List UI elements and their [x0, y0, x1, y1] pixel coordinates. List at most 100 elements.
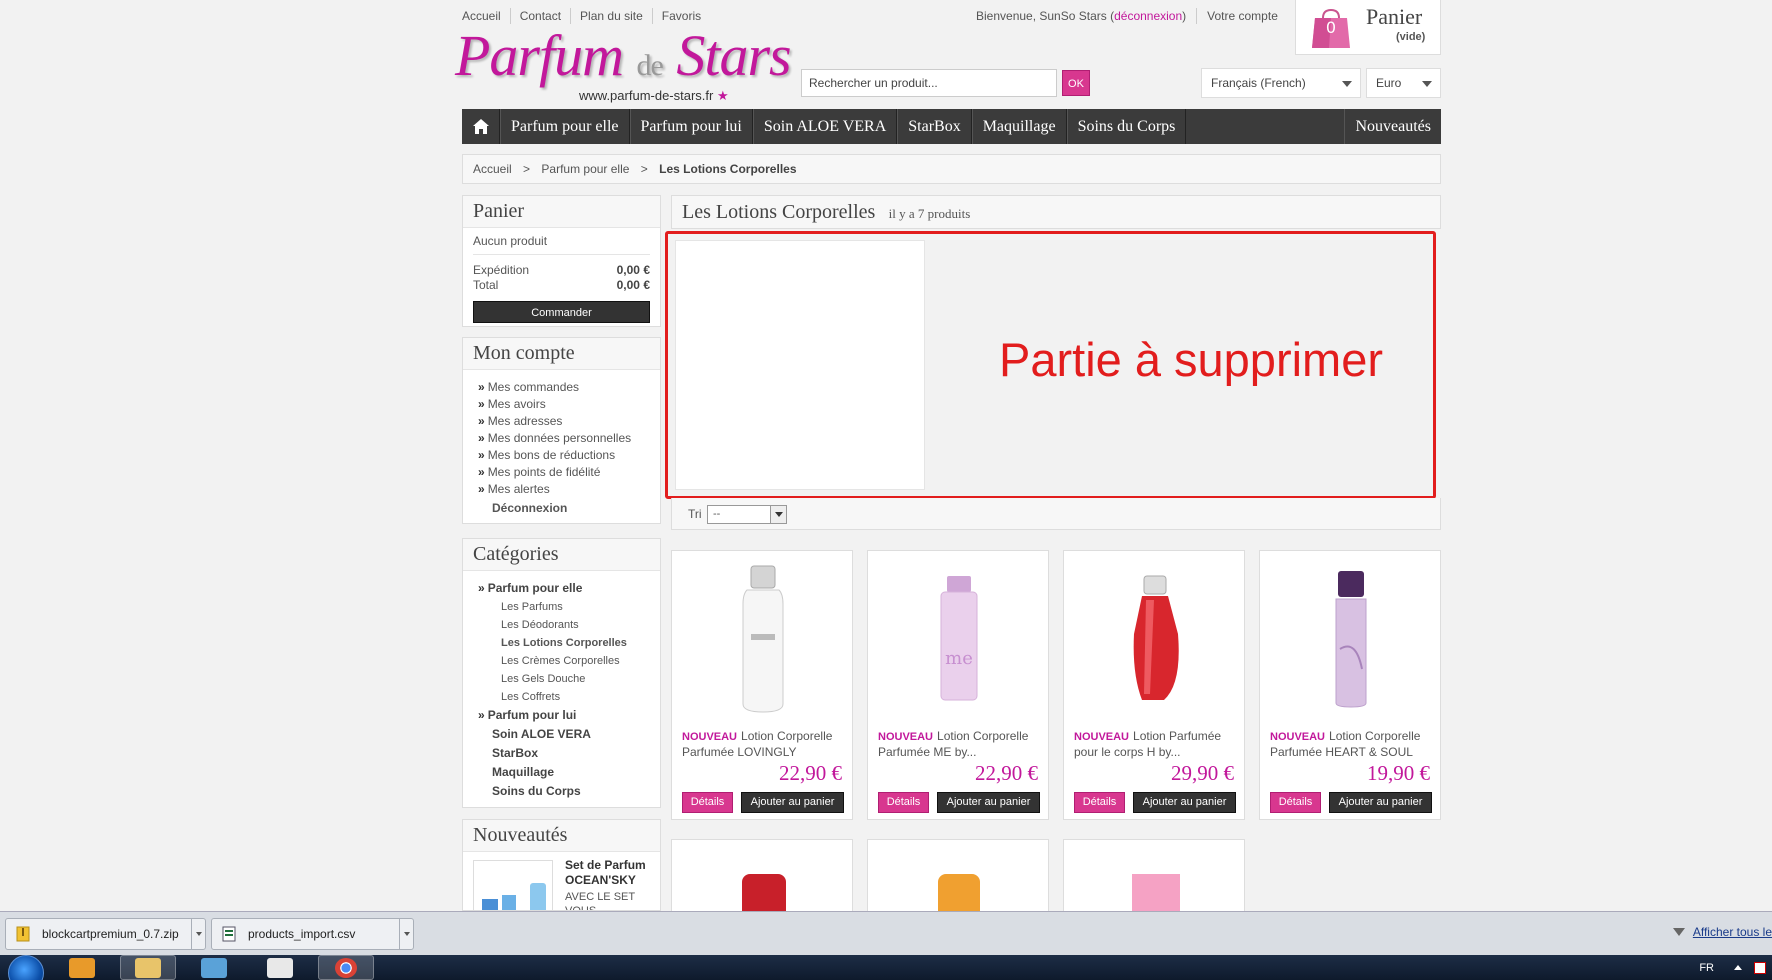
subcategory-item[interactable]: Les Crèmes Corporelles [478, 652, 650, 670]
subcategory-item[interactable]: Les Gels Douche [478, 670, 650, 688]
account-item[interactable]: » Mes données personnelles [478, 430, 650, 447]
account-item[interactable]: » Mes points de fidélité [478, 464, 650, 481]
subcategory-item[interactable]: Les Parfums [478, 598, 650, 616]
product-card[interactable]: NOUVEAU Lotion Corporelle Parfumée LOVING… [671, 550, 853, 820]
nav-aloe-vera[interactable]: Soin ALOE VERA [752, 109, 898, 144]
account-block: Mon compte » Mes commandes » Mes avoirs » M… [462, 337, 661, 524]
zip-file-icon [16, 926, 30, 941]
header-cart[interactable]: 0 Panier (vide) [1295, 0, 1441, 55]
product-card[interactable]: me NOUVEAU Lotion Corporelle Parfumée ME … [867, 550, 1049, 820]
product-image[interactable] [1074, 561, 1236, 717]
add-to-cart-button[interactable]: Ajouter au panier [1133, 792, 1236, 813]
product-image[interactable] [938, 874, 980, 912]
new-product-name[interactable]: Set de Parfum OCEAN'SKY [565, 858, 655, 888]
details-button[interactable]: Détails [1270, 792, 1321, 813]
account-block-title[interactable]: Mon compte [463, 338, 660, 370]
product-image[interactable] [682, 561, 844, 717]
nav-parfum-lui[interactable]: Parfum pour lui [629, 109, 753, 144]
double-chevron-icon: » [478, 414, 485, 428]
breadcrumb: Accueil > Parfum pour elle > Les Lotions… [462, 154, 1441, 184]
language-indicator[interactable]: FR [1699, 962, 1714, 974]
details-button[interactable]: Détails [878, 792, 929, 813]
product-card[interactable] [671, 839, 853, 912]
sort-select[interactable]: -- [707, 505, 787, 524]
nav-soins-corps[interactable]: Soins du Corps [1066, 109, 1187, 144]
product-image[interactable] [1270, 561, 1432, 717]
product-name[interactable]: NOUVEAU Lotion Corporelle Parfumée LOVING… [682, 729, 847, 760]
add-to-cart-button[interactable]: Ajouter au panier [937, 792, 1040, 813]
breadcrumb-parfum-elle[interactable]: Parfum pour elle [541, 162, 629, 176]
product-name[interactable]: NOUVEAU Lotion Parfumée pour le corps H b… [1074, 729, 1239, 760]
cart-block-title[interactable]: Panier [463, 196, 660, 228]
taskbar-explorer[interactable] [120, 955, 176, 980]
category-aloe-vera[interactable]: Soin ALOE VERA [478, 725, 650, 744]
account-link[interactable]: Votre compte [1196, 8, 1278, 24]
account-item[interactable]: » Mes avoirs [478, 396, 650, 413]
product-image[interactable] [742, 874, 786, 912]
taskbar-chrome[interactable] [318, 955, 374, 980]
product-price: 29,90 € [1171, 761, 1234, 785]
shipping-value: 0,00 € [616, 263, 650, 277]
currency-value: Euro [1376, 76, 1402, 90]
details-button[interactable]: Détails [682, 792, 733, 813]
search-box [801, 69, 1057, 97]
category-maquillage[interactable]: Maquillage [478, 763, 650, 782]
account-item[interactable]: » Mes bons de réductions [478, 447, 650, 464]
add-to-cart-button[interactable]: Ajouter au panier [1329, 792, 1432, 813]
currency-select[interactable]: Euro [1366, 68, 1441, 98]
chevron-down-icon[interactable] [399, 918, 413, 949]
product-image[interactable]: me [878, 561, 1040, 717]
product-name[interactable]: NOUVEAU Lotion Corporelle Parfumée ME by.… [878, 729, 1043, 760]
start-button[interactable] [8, 954, 44, 980]
product-card[interactable]: NOUVEAU Lotion Parfumée pour le corps H b… [1063, 550, 1245, 820]
product-name[interactable]: NOUVEAU Lotion Corporelle Parfumée HEART … [1270, 729, 1435, 760]
download-item[interactable]: blockcartpremium_0.7.zip [5, 917, 206, 950]
category-parfum-elle[interactable]: » Parfum pour elle [478, 579, 650, 598]
taskbar-calendar[interactable] [252, 955, 308, 980]
downloads-bar: blockcartpremium_0.7.zip products_import… [0, 911, 1772, 955]
chevron-down-icon [1342, 81, 1352, 87]
subcategory-item[interactable]: Les Déodorants [478, 616, 650, 634]
account-item[interactable]: » Mes adresses [478, 413, 650, 430]
new-products-title[interactable]: Nouveautés [463, 820, 660, 852]
nav-maquillage[interactable]: Maquillage [971, 109, 1067, 144]
category-soins-corps[interactable]: Soins du Corps [478, 782, 650, 801]
product-card[interactable]: NOUVEAU Lotion Corporelle Parfumée HEART … [1259, 550, 1441, 820]
product-image[interactable] [1132, 874, 1180, 912]
action-center-flag-icon[interactable] [1754, 961, 1766, 974]
account-logout-link[interactable]: Déconnexion [478, 500, 650, 517]
tray-expand-icon[interactable] [1734, 965, 1742, 970]
logo-wordmark: Parfum de Stars [455, 23, 792, 88]
nav-starbox[interactable]: StarBox [897, 109, 972, 144]
site-logo[interactable]: Parfum de Stars www.parfum-de-stars.fr ★ [455, 22, 792, 106]
subcategory-item-active[interactable]: Les Lotions Corporelles [478, 634, 650, 652]
language-select[interactable]: Français (French) [1201, 68, 1361, 98]
nav-nouveautes[interactable]: Nouveautés [1344, 109, 1441, 144]
double-chevron-icon: » [478, 431, 485, 445]
chevron-down-icon[interactable] [191, 918, 205, 949]
show-all-downloads-link[interactable]: Afficher tous le [1672, 925, 1772, 939]
product-card[interactable] [867, 839, 1049, 912]
category-starbox[interactable]: StarBox [478, 744, 650, 763]
search-input[interactable] [802, 70, 1056, 96]
details-button[interactable]: Détails [1074, 792, 1125, 813]
logout-link[interactable]: déconnexion [1114, 8, 1182, 24]
add-to-cart-button[interactable]: Ajouter au panier [741, 792, 844, 813]
category-parfum-lui[interactable]: » Parfum pour lui [478, 706, 650, 725]
new-product-image[interactable] [473, 860, 553, 910]
total-label: Total [473, 278, 499, 292]
search-ok-button[interactable]: OK [1062, 70, 1090, 96]
sort-bar: Tri -- [671, 498, 1441, 530]
order-button[interactable]: Commander [473, 301, 650, 323]
nav-home[interactable] [462, 109, 500, 144]
account-item[interactable]: » Mes commandes [478, 379, 650, 396]
account-item[interactable]: » Mes alertes [478, 481, 650, 498]
breadcrumb-home[interactable]: Accueil [473, 162, 512, 176]
nav-parfum-elle[interactable]: Parfum pour elle [500, 109, 630, 144]
subcategory-item[interactable]: Les Coffrets [478, 688, 650, 706]
taskbar-media-player[interactable] [54, 955, 110, 980]
product-card[interactable] [1063, 839, 1245, 912]
taskbar-app[interactable] [186, 955, 242, 980]
download-item[interactable]: products_import.csv [211, 917, 414, 950]
categories-block-title[interactable]: Catégories [463, 539, 660, 571]
